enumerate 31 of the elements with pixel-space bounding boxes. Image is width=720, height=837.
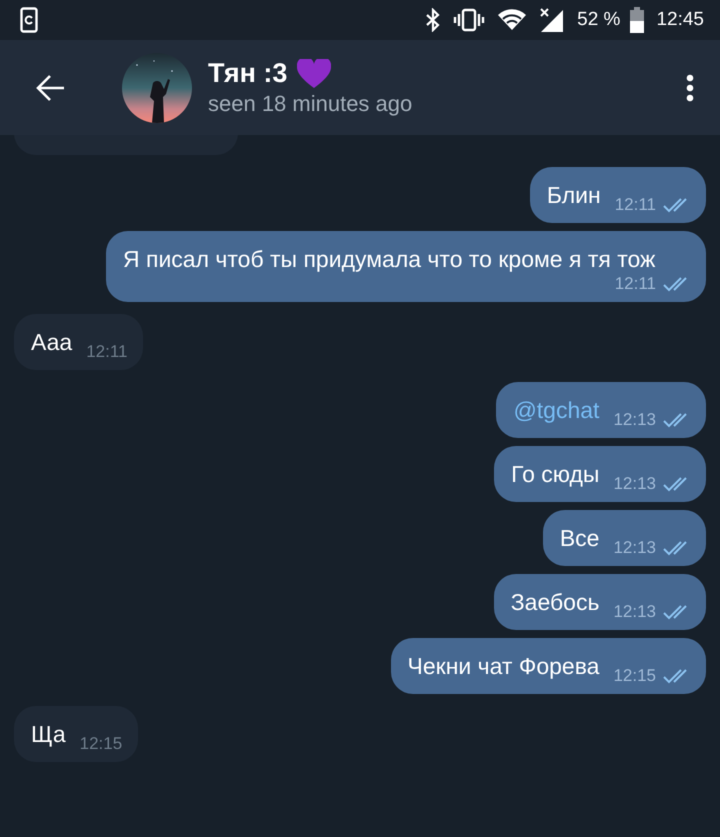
message-time: 12:11 [86,342,128,362]
last-seen-status: seen 18 minutes ago [208,91,414,117]
message-text: Все [560,524,600,553]
message-text: Ща [31,720,66,749]
message-text: Заебось [510,588,600,617]
message-time: 12:11 [614,274,656,294]
wifi-icon [497,9,528,31]
battery-level: 52 % [577,9,620,31]
message-time: 12:13 [613,538,656,558]
clock-time: 12:45 [656,9,704,31]
bluetooth-icon [425,8,442,32]
message-time: 12:11 [614,195,656,215]
battery-icon [630,7,644,33]
vibrate-icon [453,8,486,32]
message-time: 12:13 [613,602,656,622]
back-arrow-icon [36,74,66,102]
contact-name: Тян :3 [208,58,288,89]
menu-icon [686,74,694,102]
message-time: 12:13 [613,474,656,494]
heart-icon [297,58,332,88]
message-text: Го сюды [511,460,600,489]
message-time: 12:15 [80,734,122,754]
message-time: 12:15 [613,666,656,686]
username-link[interactable]: @tgchat [513,396,600,425]
signal-icon [539,7,566,33]
message-text: Я писал чтоб ты придумала что то кроме я тя тож [123,245,656,274]
message-text: Ааа [31,328,72,357]
phone-icon [20,7,38,33]
message-time: 12:13 [613,410,656,430]
message-text: Блин [546,181,601,210]
message-text: Чекни чат Форева [408,652,600,681]
